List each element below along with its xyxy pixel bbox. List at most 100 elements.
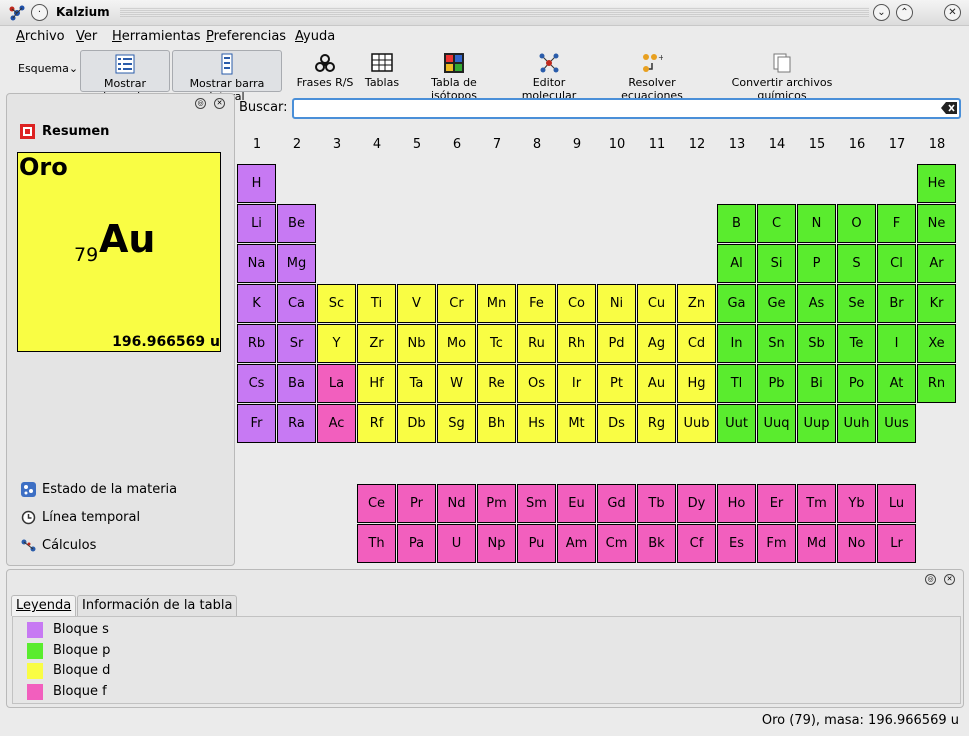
element-cell-ra[interactable]: Ra xyxy=(277,404,316,443)
menu-ver[interactable]: Ver xyxy=(76,29,97,44)
element-cell-as[interactable]: As xyxy=(797,284,836,323)
element-cell-h[interactable]: H xyxy=(237,164,276,203)
element-cell-ga[interactable]: Ga xyxy=(717,284,756,323)
element-cell-lu[interactable]: Lu xyxy=(877,484,916,523)
element-cell-es[interactable]: Es xyxy=(717,524,756,563)
element-cell-w[interactable]: W xyxy=(437,364,476,403)
element-cell-fe[interactable]: Fe xyxy=(517,284,556,323)
tab-timeline[interactable]: Línea temporal xyxy=(12,505,224,530)
element-cell-gd[interactable]: Gd xyxy=(597,484,636,523)
element-cell-pb[interactable]: Pb xyxy=(757,364,796,403)
element-cell-dy[interactable]: Dy xyxy=(677,484,716,523)
show-legend-button[interactable]: Mostrar leyenda xyxy=(80,50,170,103)
element-cell-kr[interactable]: Kr xyxy=(917,284,956,323)
element-cell-sm[interactable]: Sm xyxy=(517,484,556,523)
element-cell-md[interactable]: Md xyxy=(797,524,836,563)
element-cell-be[interactable]: Be xyxy=(277,204,316,243)
element-cell-xe[interactable]: Xe xyxy=(917,324,956,363)
element-cell-k[interactable]: K xyxy=(237,284,276,323)
maximize-icon[interactable]: ⌃ xyxy=(896,4,913,21)
menu-preferencias[interactable]: Preferencias xyxy=(206,29,286,44)
element-cell-mt[interactable]: Mt xyxy=(557,404,596,443)
element-cell-tc[interactable]: Tc xyxy=(477,324,516,363)
tab-legend[interactable]: Leyenda xyxy=(11,595,77,616)
minimize-icon[interactable]: ⌄ xyxy=(873,4,890,21)
tab-calculations[interactable]: Cálculos xyxy=(12,533,224,558)
tables-button[interactable]: Tablas xyxy=(364,50,400,90)
element-cell-ir[interactable]: Ir xyxy=(557,364,596,403)
element-cell-o[interactable]: O xyxy=(837,204,876,243)
element-cell-ds[interactable]: Ds xyxy=(597,404,636,443)
element-cell-uut[interactable]: Uut xyxy=(717,404,756,443)
element-cell-ta[interactable]: Ta xyxy=(397,364,436,403)
element-cell-rn[interactable]: Rn xyxy=(917,364,956,403)
element-cell-fr[interactable]: Fr xyxy=(237,404,276,443)
element-cell-al[interactable]: Al xyxy=(717,244,756,283)
element-cell-la[interactable]: La xyxy=(317,364,356,403)
element-cell-tm[interactable]: Tm xyxy=(797,484,836,523)
element-cell-sb[interactable]: Sb xyxy=(797,324,836,363)
solve-equations-button[interactable]: + Resolver ecuaciones xyxy=(601,50,703,102)
element-cell-sc[interactable]: Sc xyxy=(317,284,356,323)
element-cell-uup[interactable]: Uup xyxy=(797,404,836,443)
element-cell-uuh[interactable]: Uuh xyxy=(837,404,876,443)
element-cell-ni[interactable]: Ni xyxy=(597,284,636,323)
kalzium-logo-icon[interactable] xyxy=(8,4,26,22)
element-cell-cl[interactable]: Cl xyxy=(877,244,916,283)
menu-archivo[interactable]: Archivo xyxy=(16,29,65,44)
isotope-table-button[interactable]: Tabla de isótopos xyxy=(410,50,498,102)
element-cell-hs[interactable]: Hs xyxy=(517,404,556,443)
element-cell-n[interactable]: N xyxy=(797,204,836,243)
menu-herramientas[interactable]: Herramientas xyxy=(112,29,201,44)
element-cell-cr[interactable]: Cr xyxy=(437,284,476,323)
show-sidebar-button[interactable]: Mostrar barra lateral xyxy=(172,50,282,103)
element-cell-hg[interactable]: Hg xyxy=(677,364,716,403)
element-cell-bk[interactable]: Bk xyxy=(637,524,676,563)
element-cell-np[interactable]: Np xyxy=(477,524,516,563)
element-cell-cu[interactable]: Cu xyxy=(637,284,676,323)
element-cell-te[interactable]: Te xyxy=(837,324,876,363)
element-cell-uus[interactable]: Uus xyxy=(877,404,916,443)
element-cell-sg[interactable]: Sg xyxy=(437,404,476,443)
element-cell-cs[interactable]: Cs xyxy=(237,364,276,403)
element-cell-co[interactable]: Co xyxy=(557,284,596,323)
element-cell-cf[interactable]: Cf xyxy=(677,524,716,563)
element-cell-ru[interactable]: Ru xyxy=(517,324,556,363)
element-cell-am[interactable]: Am xyxy=(557,524,596,563)
convert-files-button[interactable]: Convertir archivos químicos xyxy=(714,50,850,102)
element-cell-ca[interactable]: Ca xyxy=(277,284,316,323)
element-cell-os[interactable]: Os xyxy=(517,364,556,403)
float-icon[interactable]: ◎ xyxy=(195,98,206,109)
element-cell-nb[interactable]: Nb xyxy=(397,324,436,363)
element-cell-in[interactable]: In xyxy=(717,324,756,363)
element-cell-f[interactable]: F xyxy=(877,204,916,243)
clear-search-icon[interactable] xyxy=(941,102,957,114)
element-cell-ne[interactable]: Ne xyxy=(917,204,956,243)
element-cell-ge[interactable]: Ge xyxy=(757,284,796,323)
element-cell-ar[interactable]: Ar xyxy=(917,244,956,283)
element-cell-zn[interactable]: Zn xyxy=(677,284,716,323)
element-cell-rh[interactable]: Rh xyxy=(557,324,596,363)
element-cell-hf[interactable]: Hf xyxy=(357,364,396,403)
element-cell-si[interactable]: Si xyxy=(757,244,796,283)
element-cell-br[interactable]: Br xyxy=(877,284,916,323)
element-cell-sr[interactable]: Sr xyxy=(277,324,316,363)
search-input[interactable] xyxy=(292,98,961,119)
element-cell-rg[interactable]: Rg xyxy=(637,404,676,443)
element-cell-ti[interactable]: Ti xyxy=(357,284,396,323)
element-cell-ho[interactable]: Ho xyxy=(717,484,756,523)
element-cell-bh[interactable]: Bh xyxy=(477,404,516,443)
element-cell-po[interactable]: Po xyxy=(837,364,876,403)
element-cell-eu[interactable]: Eu xyxy=(557,484,596,523)
element-cell-no[interactable]: No xyxy=(837,524,876,563)
molecule-editor-button[interactable]: Editor molecular xyxy=(508,50,590,102)
tab-table-info[interactable]: Información de la tabla xyxy=(77,595,238,616)
element-cell-db[interactable]: Db xyxy=(397,404,436,443)
element-cell-he[interactable]: He xyxy=(917,164,956,203)
element-cell-rb[interactable]: Rb xyxy=(237,324,276,363)
element-cell-yb[interactable]: Yb xyxy=(837,484,876,523)
element-cell-s[interactable]: S xyxy=(837,244,876,283)
element-cell-mg[interactable]: Mg xyxy=(277,244,316,283)
element-cell-pr[interactable]: Pr xyxy=(397,484,436,523)
element-cell-pu[interactable]: Pu xyxy=(517,524,556,563)
